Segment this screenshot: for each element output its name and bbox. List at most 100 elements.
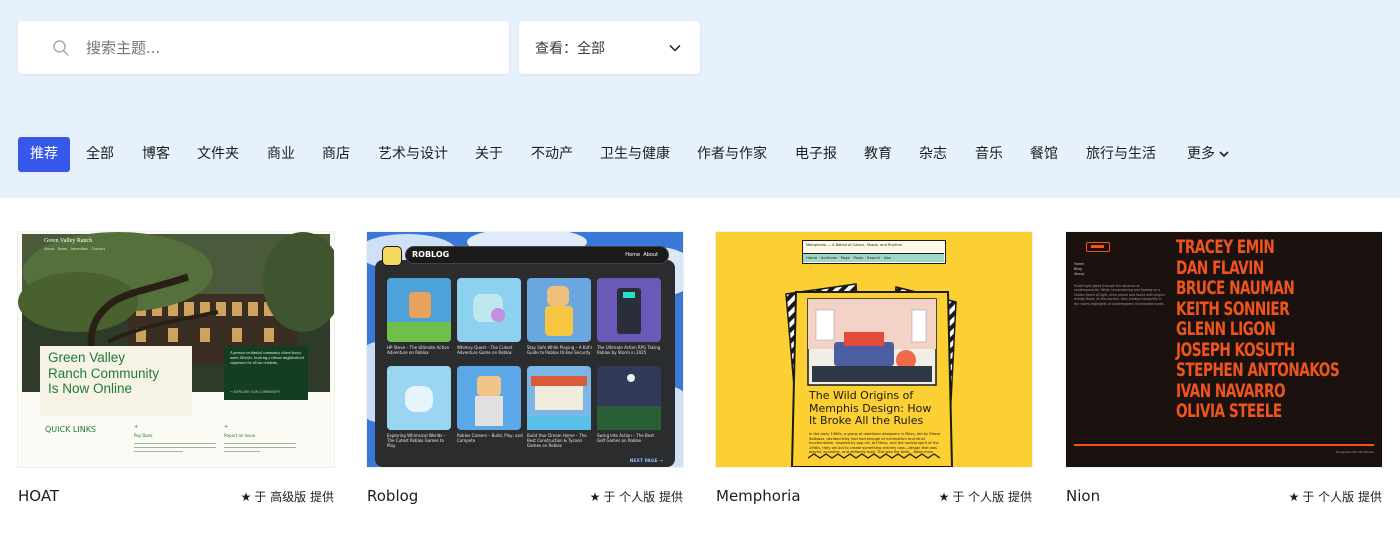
roblog-logo-icon [382,246,402,266]
nion-name-7: STEPHEN ANTONAKOS [1176,360,1340,381]
theme-thumbnail-memphoria[interactable]: Memphoria — A Ballad of Colour, Shape, a… [716,232,1032,467]
chevron-down-icon [669,44,681,52]
theme-name[interactable]: Memphoria [716,487,801,505]
tab-music[interactable]: 音乐 [975,137,1003,172]
hoat-headline-3: Is Now Online [48,381,133,396]
roblog-post-3: Stay Safe While Playing – A Kid's Guide … [527,345,593,355]
hoat-nav-2: News [57,247,68,251]
search-box[interactable] [18,21,509,74]
memphoria-nav-1: Home [806,255,818,260]
memphoria-excerpt: In the early 1980s, a group of rebelliou… [809,432,941,454]
tab-art-design[interactable]: 艺术与设计 [378,137,448,172]
tab-restaurants[interactable]: 餐馆 [1030,137,1058,172]
tab-travel-lifestyle[interactable]: 旅行与生活 [1086,137,1156,172]
hoat-col1-lines [134,440,216,458]
hoat-col2: Report an Issue [224,433,256,438]
hoat-headline-2: Ranch Community [48,365,160,381]
roblog-post-7: Build Your Dream Home – The Best Constru… [527,433,587,448]
theme-tier-label: 于 个人版 提供 [603,490,683,504]
roblog-nav: Home About [625,252,658,258]
roblog-post-5: Exploring Whimsical Worlds – The Cutest … [387,433,446,448]
theme-tier: ★ 于 个人版 提供 [939,488,1032,505]
tab-recommended[interactable]: 推荐 [18,137,70,172]
tab-more-label: 更多 [1187,146,1215,162]
theme-thumbnail-roblog[interactable]: ROBLOG Home About HP Steve – The Ultimat… [367,232,683,467]
hoat-nav: About News Amenities Contact [44,247,105,251]
theme-tier: ★ 于 高级版 提供 [241,488,334,505]
memphoria-headline: The Wild Origins of Memphis Design: How … [809,389,932,427]
theme-tier: ★ 于 个人版 提供 [590,488,683,505]
roblog-tile-5 [387,366,451,430]
tab-portfolio[interactable]: 文件夹 [197,137,239,172]
theme-thumbnail-hoat[interactable]: Green Valley Ranch About News Amenities … [18,232,334,467]
nion-name-2: DAN FLAVIN [1176,257,1264,279]
tab-about[interactable]: 关于 [475,137,503,172]
roblog-tile-6 [457,366,521,430]
roblog-tile-3 [527,278,591,342]
view-filter-select[interactable]: 查看：全部 [519,21,700,74]
hoat-nav-3: Amenities [70,247,88,251]
hoat-headline: Green Valley Ranch Community Is Now Onli… [48,350,159,397]
hoat-quick-links: QUICK LINKS [45,425,97,434]
chevron-down-icon [1219,151,1229,158]
tab-newsletter[interactable]: 电子报 [795,137,837,172]
roblog-tile-8 [597,366,661,430]
roblog-tile-4 [597,278,661,342]
nion-nav: Home Blog About [1074,262,1084,277]
tab-blog[interactable]: 博客 [142,137,170,172]
nion-blurb: Guide light gates through the absence of… [1074,284,1165,306]
star-icon: ★ [1288,490,1300,504]
tab-store[interactable]: 商店 [322,137,350,172]
tab-real-estate[interactable]: 不动产 [531,137,573,172]
tab-health-wellness[interactable]: 卫生与健康 [600,137,670,172]
theme-name[interactable]: Nion [1066,487,1100,505]
hoat-blurb-panel: A premier residential community where lu… [224,346,308,400]
roblog-tile-2 [457,278,521,342]
memphoria-brand: Memphoria — A Ballad of Colour, Shape, a… [806,243,903,247]
theme-tier-label: 于 个人版 提供 [1302,490,1382,504]
tab-authors-writers[interactable]: 作者与作家 [697,137,767,172]
nion-divider [1074,444,1374,446]
memphoria-nav-4: Posts [853,255,864,260]
theme-tier-label: 于 个人版 提供 [952,490,1032,504]
memphoria-nav: Home · Archives · Page · Posts · Search … [803,253,944,262]
hoat-cta: → EXPLORE OUR COMMUNITY [230,390,281,394]
tab-education[interactable]: 教育 [864,137,892,172]
hoat-plus-1: + [134,424,139,430]
search-input[interactable] [86,34,506,62]
roblog-post-6: Roblox Careers – Build, Play, and Compet… [457,433,523,443]
memphoria-nav-items: Home · Archives · Page · Posts · Search … [806,255,891,260]
roblog-post-2: Whimsy Quest – The Cutest Adventure Game… [457,345,513,355]
nion-logo-icon [1086,242,1110,252]
star-icon: ★ [240,490,252,504]
nion-name-8: IVAN NAVARRO [1176,380,1286,402]
theme-name[interactable]: Roblog [367,487,418,505]
hoat-nav-1: About [44,247,55,251]
memphoria-nav-6: Ups [883,255,891,260]
tab-all[interactable]: 全部 [86,137,114,172]
star-icon: ★ [589,490,601,504]
roblog-tile-7 [527,366,591,430]
nion-nav-3: About [1074,272,1085,276]
tab-magazine[interactable]: 杂志 [919,137,947,172]
theme-thumbnail-nion[interactable]: Home Blog About Guide light gates throug… [1066,232,1382,467]
hoat-col2-lines [224,440,296,458]
hoat-col1: Pay Dues [134,433,153,438]
tab-more[interactable]: 更多 [1187,137,1229,172]
hoat-nav-4: Contact [91,247,105,251]
nion-name-6: JOSEPH KOSUTH [1176,339,1295,361]
nion-name-9: OLIVIA STEELE [1176,401,1282,422]
nion-name-5: GLENN LIGON [1176,319,1276,340]
roblog-post-8: Swing Into Action – The Best Golf Games … [597,433,654,443]
tab-business[interactable]: 商业 [267,137,295,172]
theme-name[interactable]: HOAT [18,487,59,505]
roblog-nav-home: Home [625,252,641,258]
roblog-post-4: The Ultimate Action RPG Taking Roblox by… [597,345,661,355]
memphoria-nav-2: Archives [820,255,838,260]
hoat-headline-panel: Green Valley Ranch Community Is Now Onli… [40,346,192,416]
category-tabs: 推荐 全部 博客 文件夹 商业 商店 艺术与设计 关于 不动产 卫生与健康 作者… [18,137,1398,172]
roblog-next-page: NEXT PAGE → [629,459,663,464]
hoat-headline-1: Green Valley [48,350,126,365]
nion-names: TRACEY EMIN DAN FLAVIN BRUCE NAUMAN KEIT… [1176,237,1340,423]
roblog-brand: ROBLOG [412,250,450,259]
